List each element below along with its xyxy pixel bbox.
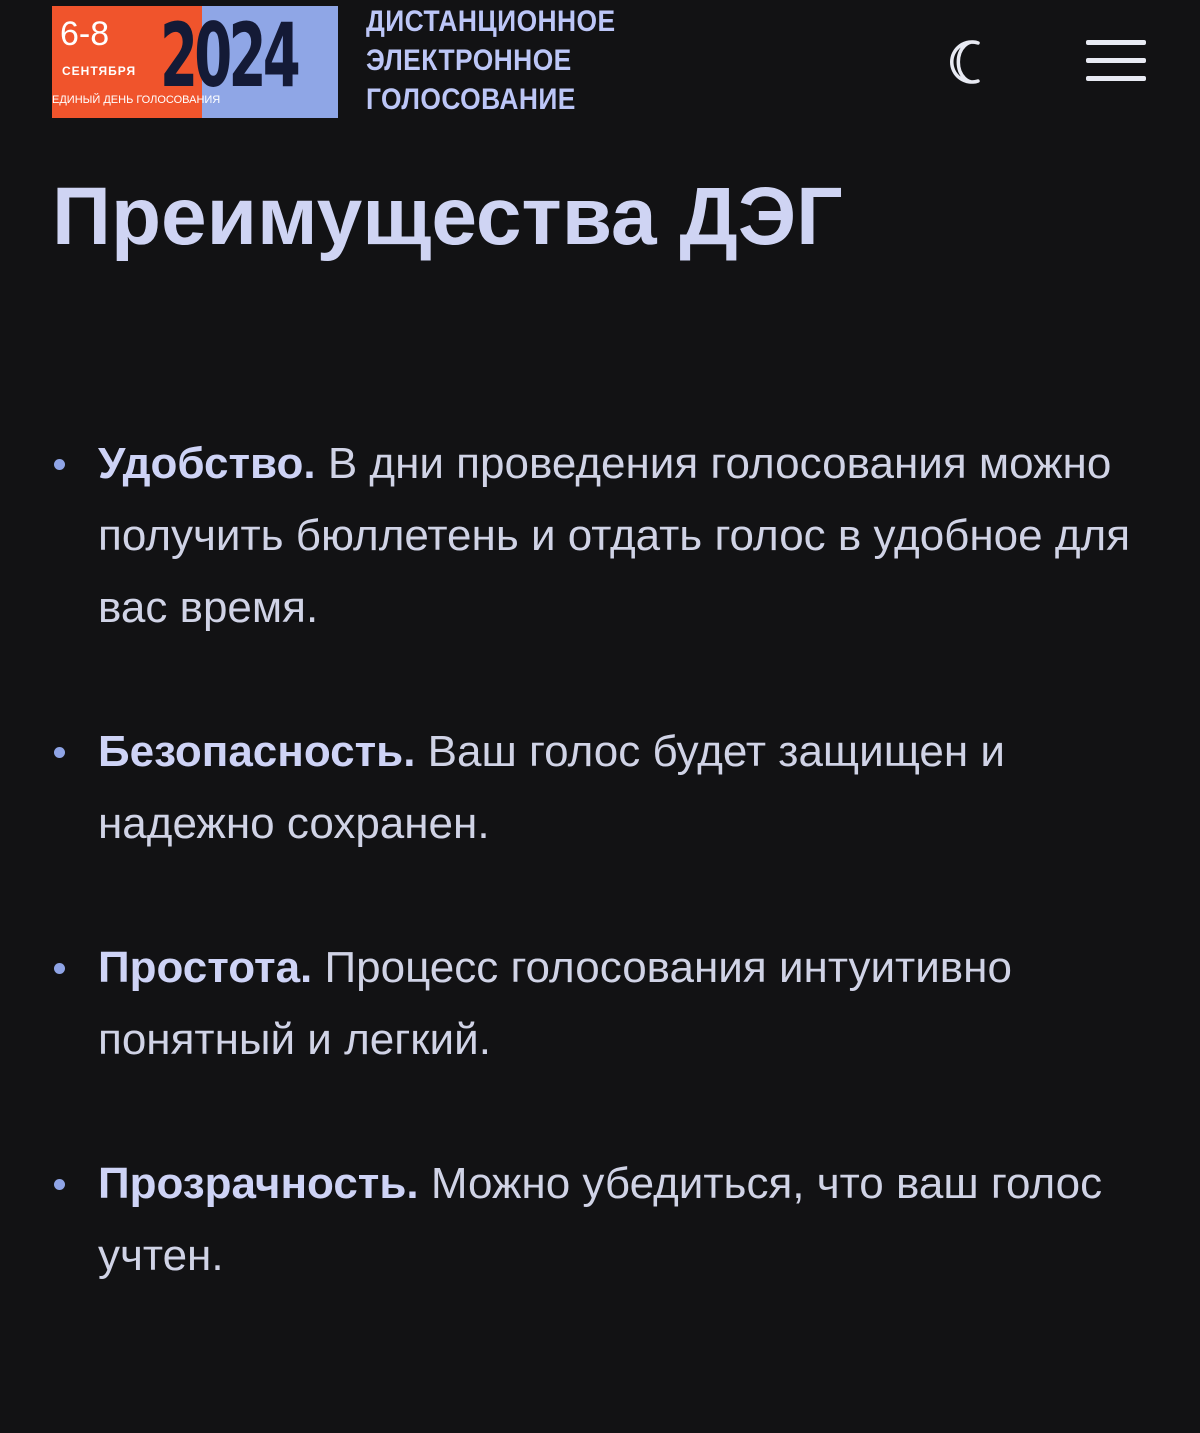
brand-line: ЭЛЕКТРОННОЕ	[366, 44, 572, 77]
brand-line: ДИСТАНЦИОННОЕ	[366, 5, 616, 38]
logo-underline	[52, 112, 202, 118]
logo-underline	[202, 112, 338, 118]
benefit-term: Удобство.	[98, 439, 328, 488]
menu-button[interactable]	[1080, 30, 1152, 94]
benefit-term: Безопасность.	[98, 727, 428, 776]
hamburger-menu-icon	[1084, 34, 1148, 91]
list-item: Удобство. В дни проведения голосования м…	[52, 428, 1162, 644]
theme-toggle-button[interactable]	[936, 32, 1000, 96]
benefit-term: Прозрачность.	[98, 1159, 431, 1208]
election-logo[interactable]: 6-8 СЕНТЯБРЯ 2024 ЕДИНЫЙ ДЕНЬ ГОЛОСОВАНИ…	[52, 6, 338, 118]
page-title: Преимущества ДЭГ	[52, 171, 843, 262]
moon-icon	[948, 38, 988, 91]
list-item: Прозрачность. Можно убедиться, что ваш г…	[52, 1148, 1162, 1292]
brand-title[interactable]: ДИСТАНЦИОННОЕ ЭЛЕКТРОННОЕ ГОЛОСОВАНИЕ	[366, 2, 650, 119]
benefits-list: Удобство. В дни проведения голосования м…	[52, 428, 1162, 1292]
logo-tagline: ЕДИНЫЙ ДЕНЬ ГОЛОСОВАНИЯ	[52, 94, 221, 106]
brand-line: ГОЛОСОВАНИЕ	[366, 83, 576, 116]
benefit-term: Простота.	[98, 943, 325, 992]
list-item: Простота. Процесс голосования интуитивно…	[52, 932, 1162, 1076]
logo-dates: 6-8	[60, 15, 110, 53]
logo-year: 2024	[160, 4, 301, 107]
list-item: Безопасность. Ваш голос будет защищен и …	[52, 716, 1162, 860]
site-header: 6-8 СЕНТЯБРЯ 2024 ЕДИНЫЙ ДЕНЬ ГОЛОСОВАНИ…	[0, 0, 1200, 140]
logo-month: СЕНТЯБРЯ	[62, 64, 137, 78]
